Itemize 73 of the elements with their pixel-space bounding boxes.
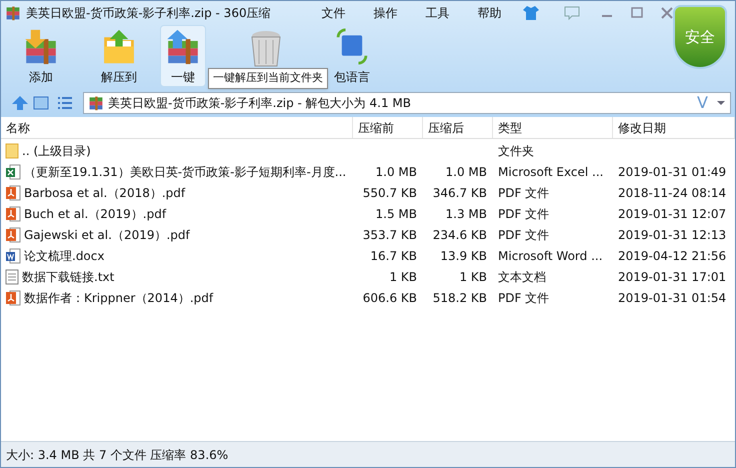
status-bar: 大小: 3.4 MB 共 7 个文件 压缩率 83.6%	[1, 441, 735, 467]
table-cell: 2019-01-31 12:07	[618, 206, 726, 220]
table-cell: 353.7 KB	[362, 228, 417, 242]
tooltip: 一键解压到当前文件夹	[208, 68, 328, 88]
table-cell: 1.0 MB	[446, 164, 487, 178]
column-header[interactable]: 压缩前	[353, 117, 423, 138]
shirt-icon[interactable]	[522, 5, 540, 21]
maximize-icon[interactable]	[630, 6, 644, 20]
table-cell: Microsoft Excel ...	[498, 164, 604, 178]
table-cell: PDF 文件	[498, 290, 550, 304]
document-icon	[5, 248, 21, 264]
table-cell: 2019-01-31 12:13	[618, 228, 726, 242]
table-cell: 文本文档	[498, 270, 546, 284]
table-cell: 234.6 KB	[432, 228, 487, 242]
table-cell: PDF 文件	[498, 186, 550, 200]
table-cell: 1.0 MB	[376, 164, 417, 178]
table-cell: 2019-01-31 01:49	[618, 164, 726, 178]
dropdown-arrow-icon[interactable]	[716, 100, 726, 106]
column-header[interactable]: 压缩后	[423, 117, 493, 138]
table-cell: Microsoft Word ...	[498, 248, 603, 262]
toolbar-button[interactable]: 添加	[18, 25, 64, 87]
file-name[interactable]: 数据作者：Krippner（2014）.pdf	[24, 288, 214, 306]
text-file-icon	[5, 268, 19, 284]
table-cell: 2019-01-31 01:54	[618, 290, 726, 304]
folder-icon	[5, 142, 19, 158]
file-name[interactable]: 论文梳理.docx	[24, 246, 104, 264]
table-cell: 16.7 KB	[370, 248, 417, 262]
pdf-icon	[5, 226, 21, 242]
table-cell: 2018-11-24 08:14	[618, 186, 726, 200]
table-cell: PDF 文件	[498, 206, 550, 220]
window-title: 美英日欧盟-货币政策-影子利率.zip - 360压缩	[26, 5, 271, 22]
table-cell: 2019-04-12 21:56	[618, 248, 726, 262]
column-header[interactable]: 修改日期	[613, 117, 735, 138]
table-cell: 346.7 KB	[432, 186, 487, 200]
table-cell: 1 KB	[459, 270, 487, 284]
table-cell: 518.2 KB	[432, 290, 487, 304]
close-icon[interactable]	[660, 6, 674, 20]
spreadsheet-icon	[5, 164, 21, 180]
archive-icon	[88, 95, 104, 111]
message-icon[interactable]	[564, 6, 580, 20]
up-arrow-icon[interactable]	[11, 95, 29, 111]
list-view-icon[interactable]	[57, 96, 73, 110]
file-name[interactable]: 数据下载链接.txt	[22, 268, 114, 286]
menu-item[interactable]: 工具	[412, 4, 464, 22]
table-cell: 1.3 MB	[446, 206, 487, 220]
pdf-icon	[5, 206, 21, 222]
table-cell: 2019-01-31 17:01	[618, 270, 726, 284]
app-icon	[5, 5, 21, 21]
file-name[interactable]: Buch et al.（2019）.pdf	[24, 204, 166, 222]
address-field[interactable]: 美英日欧盟-货币政策-影子利率.zip - 解包大小为 4.1 MB V	[83, 92, 731, 114]
table-cell: 606.6 KB	[362, 290, 417, 304]
table-cell: 1.5 MB	[376, 206, 417, 220]
menu-item[interactable]: 文件	[308, 4, 360, 22]
toolbar-button[interactable]: 解压到	[96, 25, 142, 87]
file-name[interactable]: Barbosa et al.（2018）.pdf	[24, 184, 186, 202]
thumbnail-view-icon[interactable]	[33, 96, 49, 110]
security-shield: 安全	[673, 5, 727, 69]
menu-item[interactable]: 操作	[360, 4, 412, 22]
table-cell: 550.7 KB	[362, 186, 417, 200]
table-cell: 1 KB	[389, 270, 417, 284]
file-name[interactable]: .. (上级目录)	[22, 142, 91, 160]
toolbar-button[interactable]: 一键	[160, 25, 206, 87]
menu-item[interactable]: 帮助	[464, 4, 516, 22]
toolbar-button[interactable]: 包语言	[329, 25, 375, 87]
pdf-icon	[5, 184, 21, 200]
file-name[interactable]: （更新至19.1.31）美欧日英-货币政策-影子短期利率-月度...	[24, 162, 346, 180]
file-name[interactable]: Gajewski et al.（2019）.pdf	[24, 226, 190, 244]
pdf-icon	[5, 290, 21, 306]
table-cell: 13.9 KB	[440, 248, 487, 262]
column-header[interactable]: 类型	[493, 117, 613, 138]
table-cell: PDF 文件	[498, 228, 550, 242]
column-header[interactable]: 名称	[1, 117, 353, 138]
table-cell: 文件夹	[498, 144, 534, 158]
